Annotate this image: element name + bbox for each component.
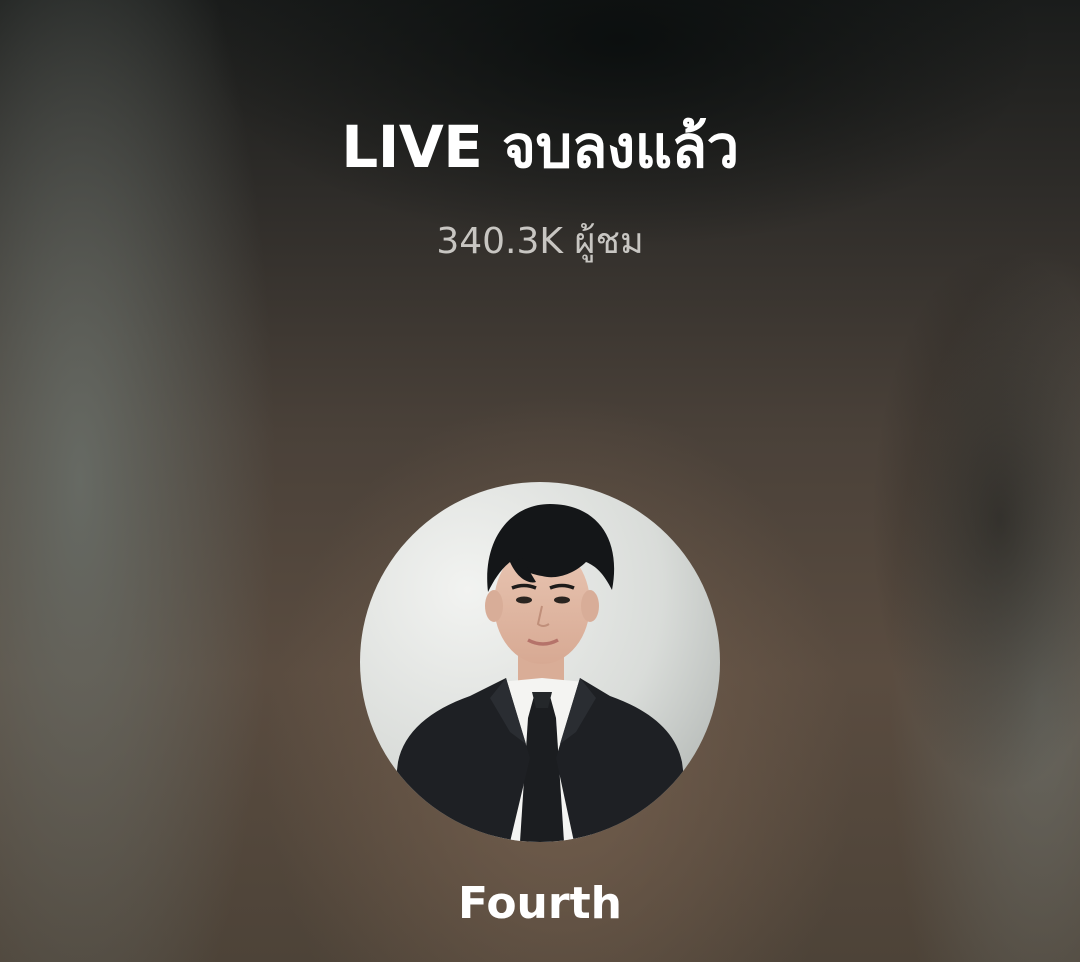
avatar-photo xyxy=(360,482,720,842)
host-avatar[interactable] xyxy=(360,482,720,842)
background-shade-right xyxy=(780,180,1080,880)
host-username[interactable]: Fourth xyxy=(0,878,1080,929)
viewer-count: 340.3K ผู้ชม xyxy=(436,221,644,262)
live-ended-title: LIVE จบลงแล้ว xyxy=(341,113,739,181)
